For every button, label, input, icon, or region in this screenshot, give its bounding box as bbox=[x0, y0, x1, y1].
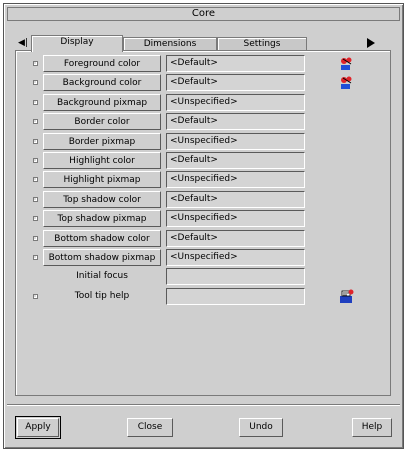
property-value-field[interactable]: <Default> bbox=[166, 152, 305, 169]
property-label: Initial focus bbox=[76, 271, 128, 281]
window-title: Core bbox=[7, 7, 400, 21]
property-checkbox[interactable] bbox=[33, 158, 38, 163]
property-button[interactable]: Bottom shadow color bbox=[43, 230, 161, 247]
tab-scroll-left-icon[interactable]: ◀| bbox=[16, 37, 30, 49]
property-row: Bottom shadow color <Default> bbox=[16, 230, 390, 248]
property-value-field[interactable]: <Unspecified> bbox=[166, 94, 305, 111]
property-value-field[interactable]: <Default> bbox=[166, 74, 305, 91]
tab-dimensions[interactable]: Dimensions bbox=[123, 37, 217, 51]
property-button[interactable]: Highlight pixmap bbox=[43, 171, 161, 188]
property-value-field[interactable]: <Default> bbox=[166, 191, 305, 208]
property-checkbox[interactable] bbox=[33, 216, 38, 221]
property-row: Bottom shadow pixmap <Unspecified> bbox=[16, 249, 390, 267]
property-value-field[interactable]: <Default> bbox=[166, 230, 305, 247]
property-button[interactable]: Background pixmap bbox=[43, 94, 161, 111]
tab-settings[interactable]: Settings bbox=[217, 37, 307, 51]
display-panel: Foreground color <Default> Background colo… bbox=[15, 50, 391, 396]
property-row: Top shadow color <Default> bbox=[16, 191, 390, 209]
property-value-field[interactable]: <Unspecified> bbox=[166, 171, 305, 188]
property-button[interactable]: Top shadow color bbox=[43, 191, 161, 208]
property-value-field[interactable]: <Unspecified> bbox=[166, 210, 305, 227]
property-button[interactable]: Highlight color bbox=[43, 152, 161, 169]
property-value-field[interactable] bbox=[166, 288, 305, 305]
property-value-field[interactable]: <Unspecified> bbox=[166, 249, 305, 266]
tab-scroll-right-icon[interactable] bbox=[366, 38, 376, 48]
property-checkbox[interactable] bbox=[33, 255, 38, 260]
property-row: Highlight color <Default> bbox=[16, 152, 390, 170]
property-checkbox[interactable] bbox=[33, 100, 38, 105]
property-label: Tool tip help bbox=[74, 291, 130, 301]
property-value-field[interactable]: <Unspecified> bbox=[166, 133, 305, 150]
close-button[interactable]: Close bbox=[127, 418, 173, 437]
property-button[interactable]: Top shadow pixmap bbox=[43, 210, 161, 227]
property-row: Top shadow pixmap <Unspecified> bbox=[16, 210, 390, 228]
property-row: Initial focus bbox=[16, 268, 390, 286]
property-row: Background color <Default> bbox=[16, 74, 390, 92]
property-checkbox[interactable] bbox=[33, 236, 38, 241]
apply-button[interactable]: Apply bbox=[15, 416, 61, 439]
color-swatch-icon[interactable] bbox=[340, 56, 354, 71]
property-row: Tool tip help bbox=[16, 288, 390, 306]
property-checkbox[interactable] bbox=[33, 80, 38, 85]
tab-display[interactable]: Display bbox=[31, 35, 123, 52]
property-button[interactable]: Bottom shadow pixmap bbox=[43, 249, 161, 266]
button-bar: Apply Close Undo Help bbox=[7, 404, 400, 447]
property-row: Background pixmap <Unspecified> bbox=[16, 94, 390, 112]
property-checkbox[interactable] bbox=[33, 119, 38, 124]
property-value-field[interactable]: <Default> bbox=[166, 113, 305, 130]
property-checkbox[interactable] bbox=[33, 139, 38, 144]
property-row: Highlight pixmap <Unspecified> bbox=[16, 171, 390, 189]
property-checkbox[interactable] bbox=[33, 197, 38, 202]
property-button[interactable]: Border color bbox=[43, 113, 161, 130]
property-row: Border color <Default> bbox=[16, 113, 390, 131]
property-checkbox[interactable] bbox=[33, 177, 38, 182]
property-button[interactable]: Border pixmap bbox=[43, 133, 161, 150]
property-value-field[interactable]: <Default> bbox=[166, 55, 305, 72]
property-button[interactable]: Background color bbox=[43, 74, 161, 91]
property-checkbox[interactable] bbox=[33, 294, 38, 299]
tooltip-help-icon[interactable] bbox=[340, 289, 354, 304]
property-checkbox[interactable] bbox=[33, 61, 38, 66]
core-dialog: Core ◀| Display Dimensions Settings Fore… bbox=[3, 3, 404, 449]
property-button[interactable]: Foreground color bbox=[43, 55, 161, 72]
property-row: Foreground color <Default> bbox=[16, 55, 390, 73]
color-swatch-icon[interactable] bbox=[340, 75, 354, 90]
help-button[interactable]: Help bbox=[352, 418, 392, 437]
undo-button[interactable]: Undo bbox=[239, 418, 283, 437]
property-row: Border pixmap <Unspecified> bbox=[16, 133, 390, 151]
property-value-field[interactable] bbox=[166, 268, 305, 285]
